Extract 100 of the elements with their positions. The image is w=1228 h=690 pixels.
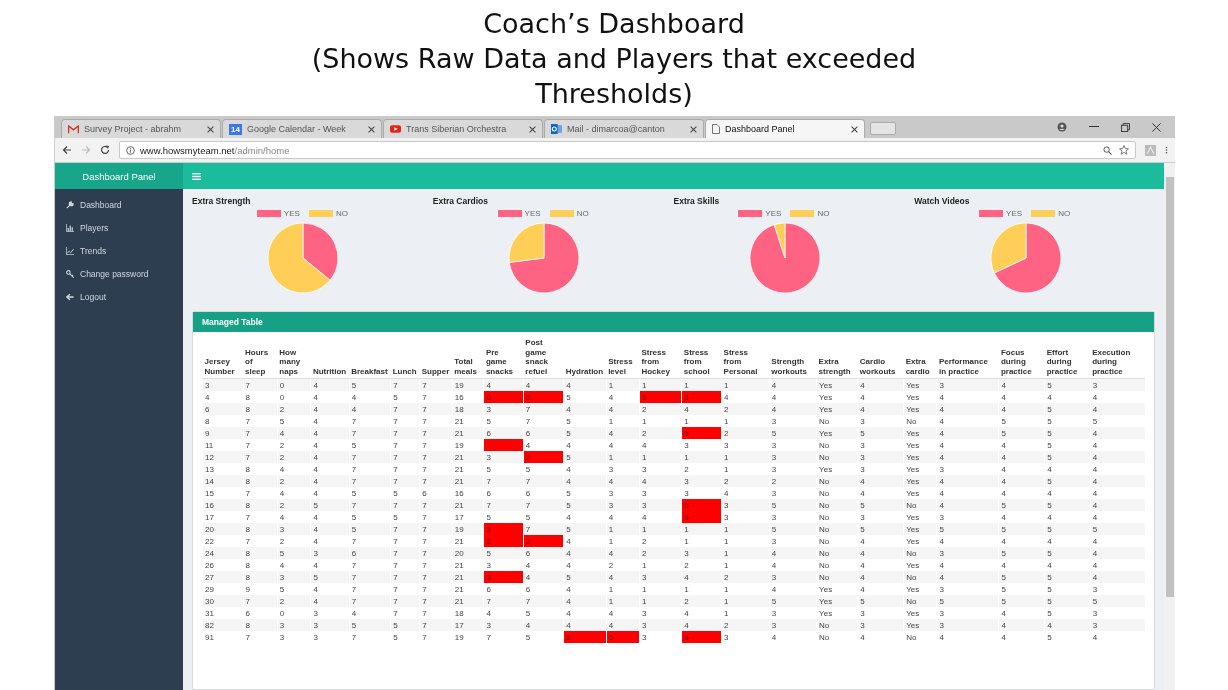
legend-label[interactable]: NO — [1058, 209, 1071, 218]
pie-slice[interactable] — [993, 222, 1061, 294]
legend-label[interactable]: NO — [335, 209, 348, 218]
browser-tab[interactable]: Mail - dimarcoa@canton — [544, 119, 704, 138]
sidebar-item[interactable]: Trends — [55, 239, 183, 262]
close-icon[interactable] — [207, 125, 214, 133]
flagged-cell: 5 — [681, 511, 722, 523]
legend-swatch[interactable] — [308, 210, 333, 217]
sidebar-item[interactable]: Logout — [55, 285, 183, 308]
table-cell: 7 — [390, 499, 420, 511]
table-cell: No — [816, 451, 858, 463]
legend-label[interactable]: YES — [524, 209, 541, 218]
browser-tab[interactable]: Dashboard Panel — [705, 119, 865, 138]
column-header[interactable]: How many naps — [277, 338, 311, 379]
star-icon[interactable] — [1119, 145, 1129, 155]
forward-icon[interactable] — [81, 145, 91, 155]
line-chart-icon — [66, 246, 74, 255]
column-header[interactable]: Effort during practice — [1044, 338, 1091, 379]
table-cell: 7 — [349, 451, 391, 463]
legend-swatch[interactable] — [738, 210, 763, 217]
pie-slice[interactable] — [773, 222, 786, 259]
pie-slice[interactable] — [303, 222, 339, 281]
close-icon[interactable] — [851, 125, 858, 133]
new-tab-button[interactable] — [870, 122, 896, 135]
column-header[interactable]: Execution during practice — [1090, 338, 1145, 379]
column-header[interactable]: Stress level — [606, 338, 640, 379]
table-cell: 8 — [243, 475, 278, 487]
table-cell: 4 — [277, 427, 311, 439]
back-icon[interactable] — [62, 145, 72, 155]
table-cell: 4 — [1090, 571, 1145, 583]
column-header[interactable]: Focus during practice — [998, 338, 1045, 379]
table-cell: 18 — [452, 403, 484, 415]
close-icon[interactable] — [1152, 122, 1161, 132]
document-icon[interactable] — [1145, 144, 1156, 156]
menu-icon[interactable] — [1165, 145, 1168, 155]
sidebar-item[interactable]: Change password — [55, 262, 183, 285]
zoom-icon[interactable] — [1103, 145, 1112, 155]
column-header[interactable]: Stress from Personal — [721, 338, 770, 379]
legend-swatch[interactable] — [790, 210, 815, 217]
sidebar-item[interactable]: Players — [55, 216, 183, 239]
close-icon[interactable] — [529, 125, 536, 133]
table-cell: 7 — [523, 475, 564, 487]
table-cell: 6 — [523, 427, 564, 439]
table-cell: 5 — [1044, 451, 1091, 463]
column-header[interactable]: Strength workouts — [769, 338, 817, 379]
legend-label[interactable]: NO — [817, 209, 830, 218]
table-cell: 19 — [452, 523, 484, 535]
table-cell: 2 — [721, 619, 770, 631]
column-header[interactable]: Total meals — [452, 338, 484, 379]
legend-label[interactable]: NO — [576, 209, 589, 218]
table-cell: 6 — [483, 427, 524, 439]
legend-swatch[interactable] — [256, 210, 281, 217]
table-cell: 30 — [202, 595, 243, 607]
legend-label[interactable]: YES — [1006, 209, 1023, 218]
browser-tab[interactable]: Survey Project - abrahm — [61, 119, 221, 138]
legend-swatch[interactable] — [979, 210, 1004, 217]
pie-slice[interactable] — [749, 222, 821, 294]
table-cell: 2 — [277, 499, 311, 511]
column-header[interactable]: Hours of sleep — [243, 338, 278, 379]
table-cell: 4 — [563, 595, 607, 607]
column-header[interactable]: Post game snack refuel — [523, 338, 564, 379]
column-header[interactable]: Lunch — [390, 338, 420, 379]
legend-label[interactable]: YES — [765, 209, 782, 218]
flagged-cell: 2 — [483, 535, 524, 547]
restore-icon[interactable] — [1121, 122, 1130, 132]
table-cell: 2 — [721, 475, 770, 487]
column-header[interactable]: Hydration — [563, 338, 607, 379]
legend-swatch[interactable] — [497, 210, 522, 217]
table-cell: 1 — [639, 595, 682, 607]
close-icon[interactable] — [368, 125, 375, 133]
column-header[interactable]: Extra cardio — [903, 338, 937, 379]
column-header[interactable]: Breakfast — [349, 338, 391, 379]
column-header[interactable]: Nutrition — [310, 338, 350, 379]
column-header[interactable]: Supper — [419, 338, 453, 379]
column-header[interactable]: Cardio workouts — [857, 338, 904, 379]
browser-tab[interactable]: 14 Google Calendar - Week — [222, 119, 382, 138]
pie-slice[interactable] — [268, 222, 331, 294]
legend-swatch[interactable] — [549, 210, 574, 217]
address-field[interactable]: www.howsmyteam.net/admin/home — [119, 141, 1136, 159]
table-cell: 5 — [563, 427, 607, 439]
column-header[interactable]: Jersey Number — [202, 338, 243, 379]
account-icon[interactable] — [1057, 122, 1067, 132]
table-cell: 5 — [563, 451, 607, 463]
column-header[interactable]: Performance in practice — [936, 338, 999, 379]
scrollbar-thumb[interactable] — [1165, 177, 1174, 597]
pie-slice[interactable] — [990, 222, 1027, 274]
flagged-cell: 5 — [681, 499, 722, 511]
legend-label[interactable]: YES — [283, 209, 300, 218]
column-header[interactable]: Extra strength — [816, 338, 858, 379]
pie-slice[interactable] — [508, 222, 545, 263]
browser-tab[interactable]: Trans Siberian Orchestra — [383, 119, 543, 138]
close-icon[interactable] — [690, 125, 697, 133]
column-header[interactable]: Pre game snacks — [483, 338, 524, 379]
column-header[interactable]: Stress from school — [681, 338, 722, 379]
reload-icon[interactable] — [100, 145, 110, 155]
legend-swatch[interactable] — [1031, 210, 1056, 217]
column-header[interactable]: Stress from Hockey — [639, 338, 682, 379]
pie-slice[interactable] — [509, 222, 580, 294]
sidebar-item[interactable]: Dashboard — [55, 193, 183, 216]
minimize-icon[interactable] — [1089, 126, 1099, 128]
